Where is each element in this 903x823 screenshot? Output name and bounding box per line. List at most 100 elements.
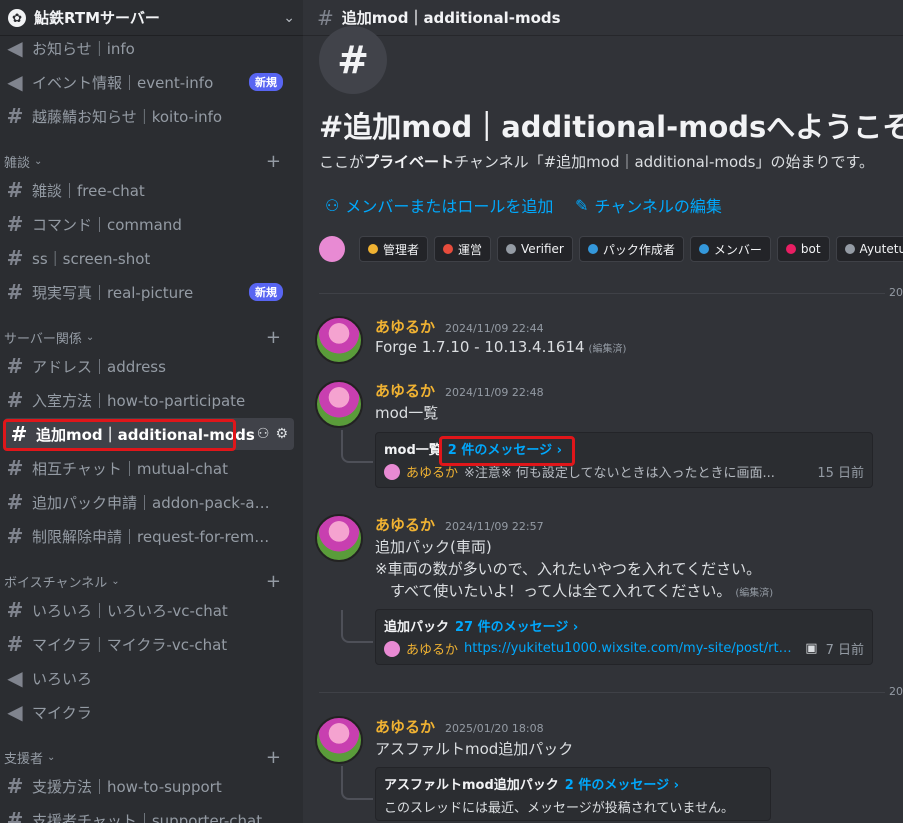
message-text: mod一覧 bbox=[375, 404, 439, 422]
message-timestamp: 2024/11/09 22:44 bbox=[445, 322, 544, 335]
sidebar-item-label: 越藤鯖お知らせ｜koito-info bbox=[32, 107, 223, 126]
server-header[interactable]: ✿ 鮎鉄RTMサーバー ⌄ bbox=[0, 0, 303, 36]
sidebar-item-real-picture[interactable]: # 現実写真｜real-picture 新規 bbox=[0, 276, 295, 308]
role-list: 管理者 運営 Verifier パック作成者 メンバー bot Ayutetu bbox=[319, 236, 903, 262]
message-author[interactable]: あゆるか 2024/11/09 22:44 bbox=[375, 316, 544, 337]
category-label: 雑談 bbox=[4, 155, 31, 171]
role-tag[interactable]: パック作成者 bbox=[578, 236, 684, 262]
role-tag[interactable]: Ayutetu bbox=[835, 236, 903, 262]
category-server[interactable]: サーバー関係 ⌄ + bbox=[0, 326, 295, 348]
sidebar-item-free-chat[interactable]: # 雑談｜free-chat bbox=[0, 174, 295, 206]
message-author[interactable]: あゆるか 2024/11/09 22:57 bbox=[375, 514, 544, 535]
channel-header: # 追加mod｜additional-mods bbox=[303, 0, 903, 36]
message-author[interactable]: あゆるか 2024/11/09 22:48 bbox=[375, 380, 544, 401]
role-tag[interactable]: Verifier bbox=[497, 236, 573, 262]
role-dot bbox=[506, 244, 517, 254]
date-divider bbox=[319, 692, 903, 693]
sidebar-item-label: 追加パック申請｜addon-pack-ap... bbox=[32, 493, 272, 512]
sidebar-item-request-for-remove[interactable]: # 制限解除申請｜request-for-remo... bbox=[0, 520, 295, 552]
author-name: あゆるか bbox=[375, 318, 436, 336]
sidebar-item-how-to-support[interactable]: # 支援方法｜how-to-support bbox=[0, 770, 295, 802]
gear-icon: ✿ bbox=[8, 8, 26, 27]
category-label: ボイスチャンネル bbox=[4, 575, 108, 591]
chevron-down-icon: ⌄ bbox=[111, 575, 120, 587]
chevron-down-icon: ⌄ bbox=[34, 155, 43, 167]
message-author[interactable]: あゆるか 2025/01/20 18:08 bbox=[375, 716, 544, 737]
sidebar-item-mutual-chat[interactable]: # 相互チャット｜mutual-chat bbox=[0, 452, 295, 484]
plus-icon[interactable]: + bbox=[266, 327, 281, 348]
highlight-box bbox=[439, 436, 575, 466]
hash-icon: # bbox=[6, 388, 24, 412]
thread-preview[interactable]: アスファルトmod追加パック 2 件のメッセージ › このスレッドには最近、メッセ… bbox=[375, 767, 771, 821]
add-members-link[interactable]: ⚇ メンバーまたはロールを追加 bbox=[325, 193, 553, 217]
server-name: 鮎鉄RTMサーバー bbox=[34, 9, 160, 27]
role-tag[interactable]: 運営 bbox=[434, 236, 492, 262]
sidebar-item-supporter-chat[interactable]: # 支援者チャット｜supporter-chat bbox=[0, 804, 295, 823]
role-dot bbox=[698, 244, 709, 254]
sidebar-item-voice-maikura[interactable]: ◀ マイクラ bbox=[0, 696, 295, 728]
edit-channel-link[interactable]: ✎ チャンネルの編集 bbox=[575, 193, 722, 217]
add-member-icon[interactable]: ⚇ bbox=[257, 426, 270, 442]
plus-icon[interactable]: + bbox=[266, 747, 281, 768]
thread-message-count[interactable]: 2 件のメッセージ › bbox=[565, 778, 679, 793]
pencil-icon: ✎ bbox=[575, 195, 589, 215]
plus-icon[interactable]: + bbox=[266, 571, 281, 592]
sidebar-item-iroiro-vc-chat[interactable]: # いろいろ｜いろいろ-vc-chat bbox=[0, 594, 295, 626]
sidebar-item-koito-info[interactable]: # 越藤鯖お知らせ｜koito-info bbox=[0, 100, 295, 132]
chevron-down-icon[interactable]: ⌄ bbox=[283, 10, 295, 26]
hash-icon: # bbox=[6, 598, 24, 622]
sidebar-item-address[interactable]: # アドレス｜address bbox=[0, 350, 295, 382]
role-tag[interactable]: 管理者 bbox=[359, 236, 429, 262]
avatar[interactable] bbox=[315, 716, 363, 764]
role-name: bot bbox=[800, 242, 821, 256]
hash-icon: # bbox=[6, 104, 24, 128]
hash-icon: # bbox=[6, 280, 24, 304]
thread-last-link[interactable]: https://yukitetu1000.wixsite.com/my-site… bbox=[464, 641, 794, 656]
sidebar-item-info[interactable]: ◀ お知らせ｜info bbox=[0, 32, 295, 64]
sidebar-item-addon-pack[interactable]: # 追加パック申請｜addon-pack-ap... bbox=[0, 486, 295, 518]
role-tag[interactable]: bot bbox=[776, 236, 830, 262]
channel-actions: ⚇ ⚙ bbox=[257, 426, 288, 442]
sidebar-item-how-to-participate[interactable]: # 入室方法｜how-to-participate bbox=[0, 384, 295, 416]
category-zatsudan[interactable]: 雑談 ⌄ + bbox=[0, 150, 295, 172]
sidebar-item-voice-iroiro[interactable]: ◀ いろいろ bbox=[0, 662, 295, 694]
add-members-label: メンバーまたはロールを追加 bbox=[345, 197, 554, 216]
sidebar-item-event-info[interactable]: ◀ イベント情報｜event-info 新規 bbox=[0, 66, 295, 98]
thread-last-time: 15 日前 bbox=[817, 466, 864, 481]
thread-message-count[interactable]: 27 件のメッセージ › bbox=[455, 620, 578, 635]
gear-icon[interactable]: ⚙ bbox=[275, 426, 288, 442]
sidebar-item-label: マイクラ｜マイクラ-vc-chat bbox=[32, 635, 228, 654]
thread-name: mod一覧 bbox=[384, 443, 442, 458]
role-name: 管理者 bbox=[383, 242, 420, 257]
hash-icon: # bbox=[6, 490, 24, 514]
thread-header: 追加パック 27 件のメッセージ › bbox=[384, 616, 864, 635]
date-divider-label: 20 bbox=[885, 685, 903, 698]
sidebar-item-label: 現実写真｜real-picture bbox=[32, 283, 194, 302]
sidebar-item-label: いろいろ｜いろいろ-vc-chat bbox=[32, 601, 228, 620]
thread-preview[interactable]: 追加パック 27 件のメッセージ › あゆるか https://yukitetu1… bbox=[375, 609, 873, 665]
role-tag[interactable]: メンバー bbox=[689, 236, 771, 262]
avatar[interactable] bbox=[315, 380, 363, 428]
thread-name: 追加パック bbox=[384, 620, 450, 635]
message: あゆるか 2024/11/09 22:48 mod一覧 mod一覧 2 件のメッセー… bbox=[315, 380, 903, 492]
sidebar-item-label: 入室方法｜how-to-participate bbox=[32, 391, 246, 410]
plus-icon[interactable]: + bbox=[266, 151, 281, 172]
welcome-sub-bold: プライベート bbox=[364, 153, 455, 171]
category-voice[interactable]: ボイスチャンネル ⌄ + bbox=[0, 570, 295, 592]
message-body: すべて使いたいよ！って人は全て入れてください。 bbox=[375, 582, 732, 600]
avatar[interactable] bbox=[315, 316, 363, 364]
sidebar-item-label: お知らせ｜info bbox=[32, 39, 135, 58]
message-timestamp: 2024/11/09 22:57 bbox=[445, 520, 544, 533]
sidebar-item-screen-shot[interactable]: # ss｜screen-shot bbox=[0, 242, 295, 274]
edited-label: (編集済) bbox=[588, 344, 627, 355]
hash-icon: # bbox=[6, 456, 24, 480]
message-text-line-3: すべて使いたいよ！って人は全て入れてください。 (編集済) bbox=[375, 580, 773, 601]
avatar[interactable] bbox=[315, 514, 363, 562]
role-dot bbox=[785, 244, 796, 254]
avatar[interactable] bbox=[319, 236, 345, 262]
category-supporter[interactable]: 支援者 ⌄ + bbox=[0, 746, 295, 768]
sidebar-item-maikura-vc-chat[interactable]: # マイクラ｜マイクラ-vc-chat bbox=[0, 628, 295, 660]
message-text-line-2: ※車両の数が多いので、入れたいやつを入れてください。 bbox=[375, 560, 762, 578]
role-name: メンバー bbox=[713, 242, 762, 257]
sidebar-item-command[interactable]: # コマンド｜command bbox=[0, 208, 295, 240]
